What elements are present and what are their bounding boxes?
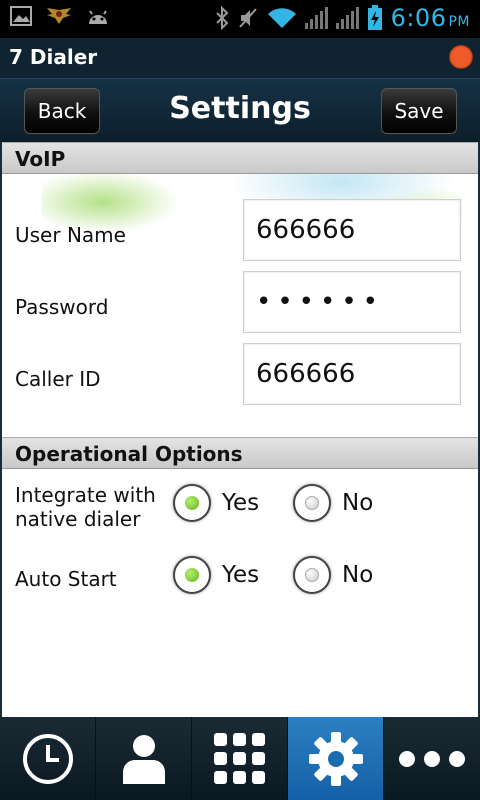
nav-contacts[interactable] — [96, 717, 192, 800]
autostart-label: Auto Start — [15, 567, 117, 591]
integrate-label-line1: Integrate with — [15, 483, 156, 507]
autostart-yes-option[interactable]: Yes — [173, 556, 259, 594]
settings-header: Back Settings Save — [0, 78, 480, 143]
clock-time: 6:06 — [390, 4, 447, 32]
integrate-no-label: No — [342, 490, 374, 516]
autostart-no-option[interactable]: No — [293, 556, 373, 594]
operational-options-header: Operational Options — [2, 437, 478, 469]
winged-emblem-icon — [47, 8, 71, 24]
more-dots-icon — [399, 750, 465, 767]
callerid-label: Caller ID — [15, 367, 101, 391]
save-button[interactable]: Save — [381, 88, 457, 134]
nav-settings[interactable] — [288, 717, 384, 800]
autostart-no-radio[interactable] — [293, 556, 331, 594]
nav-dialpad[interactable] — [192, 717, 288, 800]
integrate-yes-option[interactable]: Yes — [173, 484, 259, 522]
integrate-yes-radio[interactable] — [173, 484, 211, 522]
voip-section-header: VoIP — [2, 142, 478, 174]
password-field[interactable]: •••••• — [243, 271, 461, 333]
battery-icon — [367, 5, 382, 30]
settings-gear-icon — [308, 731, 363, 786]
username-field[interactable]: 666666 — [243, 199, 461, 261]
history-clock-icon — [22, 733, 73, 784]
autostart-yes-radio[interactable] — [173, 556, 211, 594]
integrate-label: Integrate with native dialer — [15, 483, 156, 531]
autostart-no-label: No — [342, 562, 374, 588]
app-title-bar: 7 Dialer — [0, 38, 480, 78]
bluetooth-icon — [215, 6, 228, 30]
app-title: 7 Dialer — [9, 45, 98, 69]
mute-icon — [238, 8, 257, 28]
clock: 6:06 PM — [391, 4, 470, 32]
notification-icons — [10, 6, 110, 26]
password-label: Password — [15, 295, 109, 319]
wifi-icon — [267, 8, 296, 28]
autostart-yes-label: Yes — [222, 562, 260, 588]
bottom-nav — [0, 717, 480, 800]
integrate-yes-label: Yes — [222, 490, 260, 516]
status-indicator-icon — [449, 45, 473, 69]
callerid-field[interactable]: 666666 — [243, 343, 461, 405]
nav-history[interactable] — [0, 717, 96, 800]
android-icon — [89, 10, 107, 24]
signal-strength-1-icon — [304, 7, 328, 29]
settings-panel: VoIP User Name 666666 Password •••••• Ca… — [0, 142, 480, 717]
nav-more[interactable] — [384, 717, 480, 800]
gallery-icon — [10, 6, 32, 26]
contacts-person-icon — [122, 734, 165, 784]
dialpad-icon — [213, 732, 265, 784]
signal-strength-2-icon — [335, 7, 359, 29]
integrate-label-line2: native dialer — [15, 507, 141, 531]
clock-ampm: PM — [448, 14, 470, 30]
integrate-no-radio[interactable] — [293, 484, 331, 522]
status-bar: 6:06 PM — [0, 0, 480, 38]
system-status: 6:06 PM — [215, 4, 470, 32]
integrate-no-option[interactable]: No — [293, 484, 373, 522]
username-label: User Name — [15, 223, 126, 247]
